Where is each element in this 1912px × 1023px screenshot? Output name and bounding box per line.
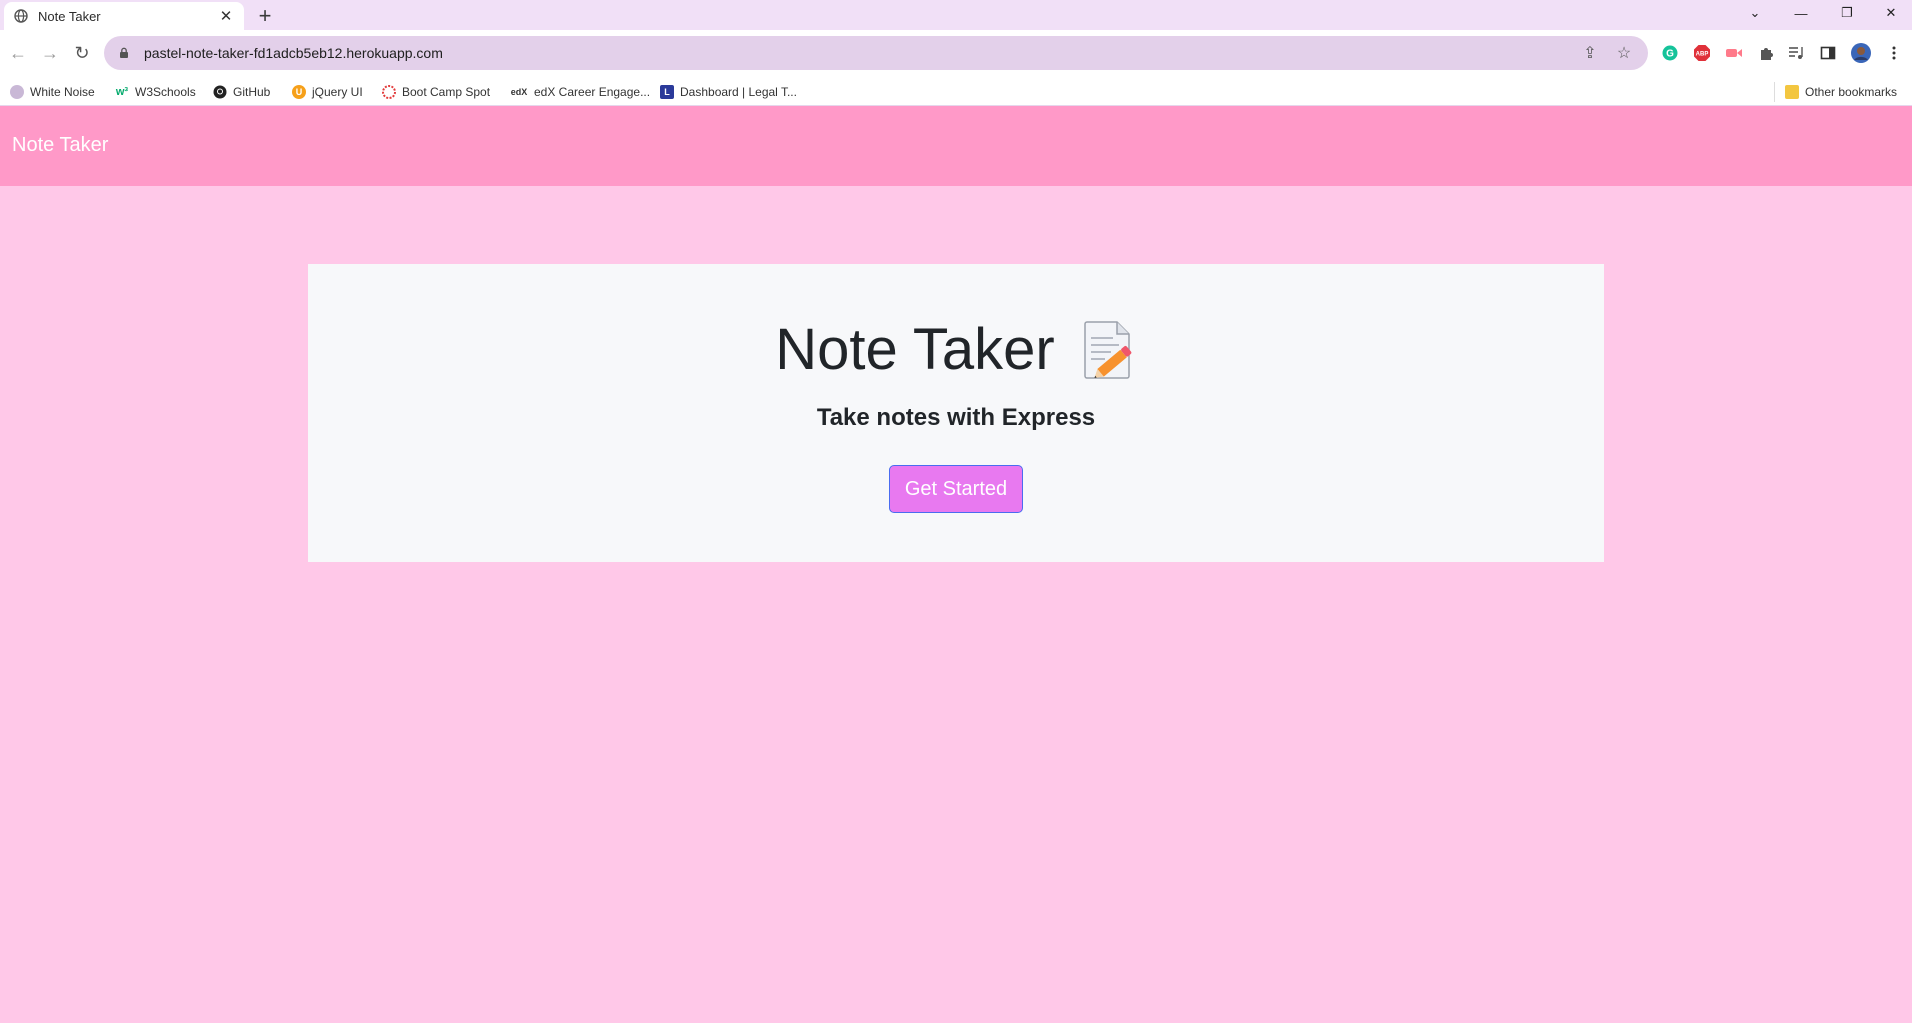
close-tab-icon[interactable]: ✕: [218, 7, 234, 25]
bookmark-white-noise[interactable]: White Noise: [10, 82, 95, 102]
bootcamp-icon: [382, 85, 396, 99]
browser-toolbar: ← → ↻ pastel-note-taker-fd1adcb5eb12.her…: [0, 30, 1912, 76]
tab-title: Note Taker: [38, 8, 101, 24]
bookmark-label: edX Career Engage...: [534, 85, 651, 99]
side-panel-icon[interactable]: [1818, 43, 1838, 63]
screen-recorder-icon[interactable]: [1724, 43, 1744, 63]
bookmark-dashboard-legal[interactable]: L Dashboard | Legal T...: [660, 82, 797, 102]
bookmark-github[interactable]: GitHub: [213, 82, 270, 102]
bookmarks-bar: White Noise w³ W3Schools GitHub U jQuery…: [0, 76, 1912, 106]
folder-icon: [1785, 85, 1799, 99]
back-button[interactable]: ←: [4, 39, 32, 67]
bookmark-label: W3Schools: [135, 85, 196, 99]
github-icon: [213, 85, 227, 99]
lock-icon: [118, 47, 130, 59]
jumbotron: Note Taker Take notes with Express Get S…: [308, 264, 1604, 562]
grammarly-icon[interactable]: G: [1660, 43, 1680, 63]
star-icon[interactable]: ☆: [1614, 43, 1634, 63]
share-icon[interactable]: ⇪: [1580, 43, 1600, 63]
bookmark-label: GitHub: [233, 85, 271, 99]
new-tab-button[interactable]: +: [251, 3, 279, 28]
bookmark-edx[interactable]: edX edX Career Engage...: [510, 82, 650, 102]
svg-text:G: G: [1666, 49, 1674, 60]
page-title-text: Note Taker: [775, 317, 1055, 382]
browser-tab[interactable]: Note Taker ✕: [4, 2, 244, 30]
url-text: pastel-note-taker-fd1adcb5eb12.herokuapp…: [144, 45, 443, 61]
globe-icon: [14, 9, 28, 23]
profile-avatar-icon[interactable]: [1851, 43, 1871, 63]
memo-icon: [1081, 320, 1137, 380]
other-bookmarks-label: Other bookmarks: [1805, 85, 1898, 99]
bookmark-boot-camp-spot[interactable]: Boot Camp Spot: [382, 82, 490, 102]
media-icon[interactable]: [1786, 43, 1806, 63]
navbar-brand[interactable]: Note Taker: [12, 134, 108, 157]
bookmark-label: Boot Camp Spot: [402, 85, 491, 99]
w3schools-icon: w³: [115, 86, 129, 98]
address-bar[interactable]: pastel-note-taker-fd1adcb5eb12.herokuapp…: [104, 36, 1648, 70]
page-title: Note Taker: [308, 316, 1604, 384]
edx-icon: edX: [510, 87, 528, 97]
tab-strip: Note Taker ✕ + ⌄ — ❐ ✕: [0, 0, 1912, 30]
menu-kebab-icon[interactable]: [1884, 43, 1904, 63]
bookmark-label: jQuery UI: [312, 85, 363, 99]
restore-button[interactable]: ❐: [1824, 0, 1870, 26]
site-navbar: Note Taker: [0, 106, 1912, 186]
get-started-button[interactable]: Get Started: [889, 465, 1023, 513]
lead-text: Take notes with Express: [816, 404, 1096, 431]
adblock-icon[interactable]: ABP: [1692, 43, 1712, 63]
jquery-icon: U: [292, 85, 306, 99]
forward-button[interactable]: →: [36, 39, 64, 67]
bookmark-label: White Noise: [30, 85, 95, 99]
bookmark-jquery-ui[interactable]: U jQuery UI: [292, 82, 363, 102]
reload-button[interactable]: ↻: [68, 39, 96, 67]
svg-text:ABP: ABP: [1696, 52, 1709, 58]
bookmark-w3schools[interactable]: w³ W3Schools: [115, 82, 196, 102]
minimize-button[interactable]: —: [1778, 0, 1824, 26]
other-bookmarks[interactable]: Other bookmarks: [1774, 82, 1897, 102]
close-window-button[interactable]: ✕: [1868, 0, 1912, 26]
white-noise-icon: [10, 85, 24, 99]
tab-search-icon[interactable]: ⌄: [1732, 0, 1778, 26]
puzzle-icon[interactable]: [1756, 43, 1776, 63]
legal-icon: L: [660, 85, 674, 99]
bookmark-label: Dashboard | Legal T...: [680, 85, 797, 99]
